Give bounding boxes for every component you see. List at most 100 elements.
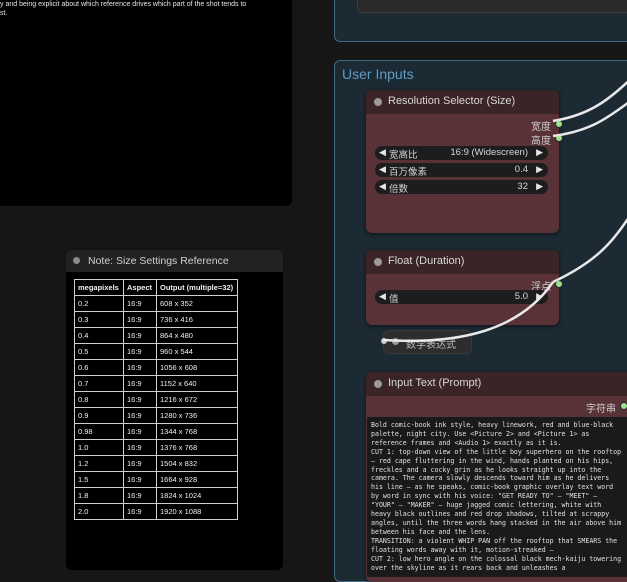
table-cell: 16:9 <box>123 391 157 408</box>
widget-label: 值 <box>389 294 399 305</box>
table-cell: 1376 x 768 <box>156 439 238 456</box>
output-pin-icon[interactable] <box>555 134 563 142</box>
decrement-arrow-icon[interactable]: ◀ <box>379 164 386 175</box>
table-row: 0.7 16:9 1152 x 640 <box>74 375 238 392</box>
decrement-arrow-icon[interactable]: ◀ <box>379 291 386 302</box>
group-title[interactable]: User Inputs <box>342 66 414 82</box>
output-height[interactable]: 高度 <box>459 132 563 147</box>
table-row: 0.5 16:9 960 x 544 <box>74 343 238 360</box>
node-header[interactable]: Input Text (Prompt) <box>366 372 627 396</box>
note-title: Note: Size Settings Reference <box>88 255 229 267</box>
column-header: Aspect <box>123 279 157 296</box>
output-pin-icon[interactable] <box>555 280 563 288</box>
table-cell: 2.0 <box>74 503 124 520</box>
collapse-dot-icon[interactable] <box>374 258 382 266</box>
table-cell: 1.8 <box>74 487 124 504</box>
node-title: Input Text (Prompt) <box>388 377 482 389</box>
collapse-dot-icon[interactable] <box>374 98 382 106</box>
output-pin-icon[interactable] <box>555 120 563 128</box>
note-top-text: y and being explicit about which referen… <box>0 0 286 18</box>
decrement-arrow-icon[interactable]: ◀ <box>379 147 386 158</box>
table-row: 0.2 16:9 608 x 352 <box>74 295 238 312</box>
increment-arrow-icon[interactable]: ▶ <box>536 291 543 302</box>
table-cell: 16:9 <box>123 327 157 344</box>
note-size-settings[interactable]: Note: Size Settings Reference megapixels… <box>66 250 283 570</box>
prompt-text[interactable]: Bold comic-book ink style, heavy linewor… <box>371 421 625 572</box>
table-cell: 736 x 416 <box>156 311 238 328</box>
increment-arrow-icon[interactable]: ▶ <box>536 164 543 175</box>
node-float-duration[interactable]: Float (Duration) 浮点 ◀ 值 5.0 ▶ <box>366 250 563 325</box>
node-resolution-selector[interactable]: Resolution Selector (Size) 宽度 高度 ◀ 宽高比 1… <box>366 90 563 233</box>
node-header[interactable]: Float (Duration) <box>366 250 559 274</box>
input-pin-icon[interactable] <box>381 338 387 344</box>
table-cell: 0.3 <box>74 311 124 328</box>
table-cell: 1344 x 768 <box>156 423 238 440</box>
widget-megapixels[interactable]: ◀ 百万像素 0.4 ▶ <box>375 163 548 178</box>
collapse-dot-icon[interactable] <box>374 380 382 388</box>
note-top-line: y and being explicit about which referen… <box>0 1 247 8</box>
collapse-dot-icon[interactable] <box>392 338 399 345</box>
increment-arrow-icon[interactable]: ▶ <box>536 147 543 158</box>
widget-label: 百万像素 <box>389 167 428 178</box>
node-header[interactable]: Resolution Selector (Size) <box>366 90 559 114</box>
table-cell: 1152 x 640 <box>156 375 238 392</box>
table-row: 1.2 16:9 1504 x 832 <box>74 455 238 472</box>
node-top-partial[interactable] <box>357 0 627 13</box>
table-cell: 16:9 <box>123 311 157 328</box>
output-pin-icon[interactable] <box>620 402 627 410</box>
table-row: 1.8 16:9 1824 x 1024 <box>74 487 238 504</box>
widget-float-value[interactable]: ◀ 值 5.0 ▶ <box>375 290 548 305</box>
decrement-arrow-icon[interactable]: ◀ <box>379 181 386 192</box>
table-header-row: megapixels Aspect Output (multiple=32) <box>74 279 238 296</box>
table-cell: 1.5 <box>74 471 124 488</box>
widget-value: 5.0 <box>514 291 528 302</box>
output-float[interactable]: 浮点 <box>459 278 563 293</box>
table-cell: 0.7 <box>74 375 124 392</box>
size-table: megapixels Aspect Output (multiple=32) 0… <box>74 279 238 520</box>
widget-multiple[interactable]: ◀ 倍数 32 ▶ <box>375 180 548 195</box>
note-header[interactable]: Note: Size Settings Reference <box>66 250 283 272</box>
node-math-expression[interactable]: 数学表达式 <box>381 330 472 354</box>
table-cell: 0.4 <box>74 327 124 344</box>
group-frame-top <box>334 0 627 42</box>
note-top[interactable]: y and being explicit about which referen… <box>0 0 292 206</box>
prompt-textarea[interactable]: Bold comic-book ink style, heavy linewor… <box>367 417 627 577</box>
output-label: 高度 <box>531 136 551 147</box>
collapse-dot-icon[interactable] <box>73 257 80 264</box>
table-cell: 0.5 <box>74 343 124 360</box>
table-cell: 16:9 <box>123 503 157 520</box>
table-cell: 1504 x 832 <box>156 455 238 472</box>
table-row: 0.8 16:9 1216 x 672 <box>74 391 238 408</box>
column-header: Output (multiple=32) <box>156 279 238 296</box>
table-row: 0.6 16:9 1056 x 608 <box>74 359 238 376</box>
widget-value: 16:9 (Widescreen) <box>450 147 528 158</box>
table-cell: 0.9 <box>74 407 124 424</box>
table-cell: 1824 x 1024 <box>156 487 238 504</box>
increment-arrow-icon[interactable]: ▶ <box>536 181 543 192</box>
table-cell: 1216 x 672 <box>156 391 238 408</box>
table-cell: 16:9 <box>123 407 157 424</box>
column-header: megapixels <box>74 279 124 296</box>
table-cell: 16:9 <box>123 439 157 456</box>
table-cell: 608 x 352 <box>156 295 238 312</box>
table-cell: 16:9 <box>123 375 157 392</box>
table-cell: 1056 x 608 <box>156 359 238 376</box>
node-title: Float (Duration) <box>388 255 465 267</box>
output-string[interactable]: 字符串 <box>524 400 627 415</box>
widget-label: 倍数 <box>389 184 409 195</box>
table-row: 1.0 16:9 1376 x 768 <box>74 439 238 456</box>
table-row: 0.4 16:9 864 x 480 <box>74 327 238 344</box>
output-width[interactable]: 宽度 <box>459 118 563 133</box>
note-top-line: st. <box>0 10 8 17</box>
table-cell: 16:9 <box>123 343 157 360</box>
table-row: 0.98 16:9 1344 x 768 <box>74 423 238 440</box>
node-title: 数学表达式 <box>406 340 456 351</box>
table-cell: 1920 x 1088 <box>156 503 238 520</box>
table-cell: 1664 x 928 <box>156 471 238 488</box>
table-cell: 1.0 <box>74 439 124 456</box>
table-cell: 0.2 <box>74 295 124 312</box>
table-row: 2.0 16:9 1920 x 1088 <box>74 503 238 520</box>
widget-aspect-ratio[interactable]: ◀ 宽高比 16:9 (Widescreen) ▶ <box>375 146 548 161</box>
table-row: 1.5 16:9 1664 x 928 <box>74 471 238 488</box>
table-cell: 0.8 <box>74 391 124 408</box>
